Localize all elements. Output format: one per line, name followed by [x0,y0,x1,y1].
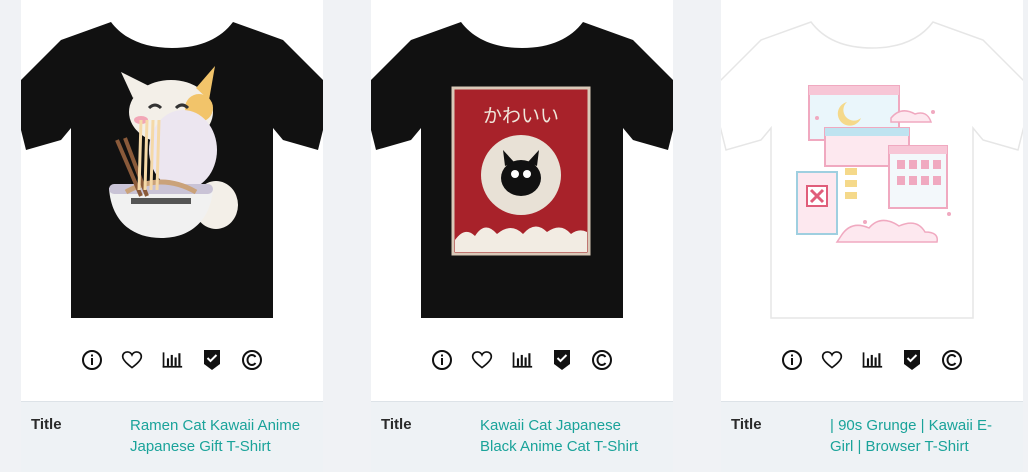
copyright-icon[interactable] [241,349,263,371]
info-icon[interactable] [781,349,803,371]
copyright-icon[interactable] [591,349,613,371]
product-meta: Title | 90s Grunge | Kawaii E-Girl | Bro… [721,401,1023,472]
product-card: Title | 90s Grunge | Kawaii E-Girl | Bro… [721,0,1023,472]
info-icon[interactable] [81,349,103,371]
action-icons [721,345,1023,375]
bar-chart-icon[interactable] [511,349,533,371]
product-meta: Title Ramen Cat Kawaii Anime Japanese Gi… [21,401,323,472]
title-label: Title [731,416,762,433]
shield-check-icon[interactable] [551,349,573,371]
product-title-link[interactable]: Kawaii Cat Japanese Black Anime Cat T-Sh… [480,415,660,457]
title-label: Title [31,416,62,433]
bar-chart-icon[interactable] [861,349,883,371]
shield-check-icon[interactable] [901,349,923,371]
info-icon[interactable] [431,349,453,371]
shield-check-icon[interactable] [201,349,223,371]
product-grid: Title Ramen Cat Kawaii Anime Japanese Gi… [0,0,1028,472]
product-card: Title Ramen Cat Kawaii Anime Japanese Gi… [21,0,323,472]
action-icons [371,345,673,375]
title-label: Title [381,416,412,433]
product-title-link[interactable]: Ramen Cat Kawaii Anime Japanese Gift T-S… [130,415,310,457]
copyright-icon[interactable] [941,349,963,371]
heart-icon[interactable] [471,349,493,371]
bar-chart-icon[interactable] [161,349,183,371]
heart-icon[interactable] [821,349,843,371]
product-title-link[interactable]: | 90s Grunge | Kawaii E-Girl | Browser T… [830,415,1010,457]
product-card: かわいい Title Kawaii Cat Japanese Black Ani… [371,0,673,472]
product-image[interactable] [721,0,1023,330]
heart-icon[interactable] [121,349,143,371]
print-text: かわいい [483,105,559,127]
product-image[interactable]: かわいい [371,0,673,330]
product-image[interactable] [21,0,323,330]
action-icons [21,345,323,375]
product-meta: Title Kawaii Cat Japanese Black Anime Ca… [371,401,673,472]
